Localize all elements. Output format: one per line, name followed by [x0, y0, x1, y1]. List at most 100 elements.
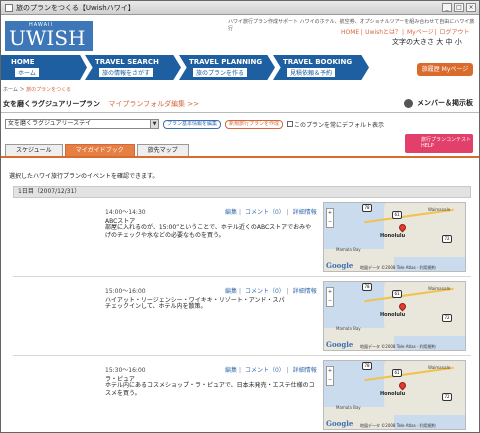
default-display-label: このプランを常にデフォルト表示 — [294, 121, 385, 129]
mypage-button[interactable]: 旅履歴 Myページ — [417, 63, 473, 76]
breadcrumb: ホーム ＞ 旅のプランをつくる — [3, 86, 71, 93]
plan-contest-banner[interactable]: 旅行プランコンテスト HELP — [405, 134, 473, 153]
new-plan-button[interactable]: 新規旅行プランを作成 — [225, 119, 284, 129]
folder-edit-link[interactable]: マイプランフォルダ編集 >> — [108, 100, 199, 108]
plan-controls: 女を磨くラグジュアリーステイ ▼ プラン基本情報を編集 新規旅行プランを作成 こ… — [5, 118, 384, 130]
nav-travel-booking[interactable]: TRAVEL BOOKING 見積依頼＆予約 — [273, 55, 369, 80]
event-detail-link[interactable]: 詳細情報 — [293, 209, 317, 216]
edit-plan-info-button[interactable]: プラン基本情報を編集 — [163, 119, 222, 129]
tab-my-guidebook[interactable]: マイガイドブック — [64, 144, 135, 156]
event-time: 15:30～16:00 — [105, 367, 146, 374]
nav-travel-booking-jp: 見積依頼＆予約 — [287, 68, 336, 77]
event-edit-link[interactable]: 編集 — [225, 367, 237, 374]
minimize-button[interactable]: _ — [442, 3, 452, 12]
chevron-down-icon: ▼ — [150, 120, 158, 128]
road-shield: 72 — [442, 235, 452, 243]
nav-home-en: HOME — [11, 58, 35, 66]
contest-line2: HELP — [421, 143, 434, 149]
event-item: 15:00～16:00 編集 | コメント（0） | 詳細情報 ハイアット・リージェ… — [13, 278, 471, 356]
google-logo: Google — [326, 340, 354, 349]
members-label: メンバー＆掲示板 — [417, 99, 473, 107]
google-logo: Google — [326, 261, 354, 270]
header-link-mypage[interactable]: Myページ — [407, 29, 434, 36]
font-size-medium[interactable]: 中 — [445, 38, 452, 46]
tab-destination-map[interactable]: 旅先マップ — [136, 144, 189, 156]
map-zoom-control[interactable]: + − — [326, 287, 334, 307]
day-header: 1日目（2007/12/31） — [13, 186, 471, 198]
members-icon — [403, 98, 413, 108]
event-edit-link[interactable]: 編集 — [225, 209, 237, 216]
tab-underline — [1, 156, 479, 158]
site-logo[interactable]: HAWAII UWISH — [5, 21, 93, 51]
map-label: Waimanalo — [428, 286, 451, 291]
event-map[interactable]: 78 61 72 Waimanalo Mamala Bay Honolulu +… — [323, 281, 466, 351]
event-edit-link[interactable]: 編集 — [225, 288, 237, 295]
map-zoom-control[interactable]: + − — [326, 208, 334, 228]
map-label: Waimanalo — [428, 207, 451, 212]
map-copyright[interactable]: 地図データ ©2008 Tele Atlas - 利用規約 — [360, 344, 436, 350]
browser-window: 旅のプランをつくる【Uwishハワイ】 _ □ × HAWAII UWISH ハ… — [0, 0, 480, 433]
nav-travel-planning[interactable]: TRAVEL PLANNING 旅のプランを作る — [179, 55, 275, 80]
event-actions: 編集 | コメント（0） | 詳細情報 — [225, 367, 317, 374]
road-shield: 61 — [392, 211, 402, 219]
road-shield: 61 — [392, 369, 402, 377]
site-header: HAWAII UWISH ハワイ旅行プラン作成サポート ハワイのホテル、航空券、… — [1, 15, 479, 55]
nav-travel-search[interactable]: TRAVEL SEARCH 旅の情報をさがす — [85, 55, 181, 80]
map-zoom-control[interactable]: + − — [326, 366, 334, 386]
map-city: Honolulu — [380, 312, 406, 318]
event-comment-link[interactable]: コメント（0） — [245, 367, 285, 374]
plan-select-value: 女を磨くラグジュアリーステイ — [8, 120, 92, 127]
map-label: Mamala Bay — [336, 405, 361, 410]
road-shield: 78 — [362, 362, 372, 370]
event-map[interactable]: 78 61 72 Waimanalo Mamala Bay Honolulu +… — [323, 360, 466, 430]
road-shield: 72 — [442, 314, 452, 322]
event-comment-link[interactable]: コメント（0） — [245, 288, 285, 295]
font-size-small[interactable]: 小 — [455, 38, 462, 46]
event-time: 15:00～16:00 — [105, 288, 146, 295]
nav-home[interactable]: HOME ホーム — [1, 55, 87, 80]
road-shield: 78 — [362, 283, 372, 291]
map-copyright[interactable]: 地図データ ©2008 Tele Atlas - 利用規約 — [360, 265, 436, 271]
map-city: Honolulu — [380, 391, 406, 397]
tab-schedule[interactable]: スケジュール — [5, 144, 63, 156]
event-detail-link[interactable]: 詳細情報 — [293, 367, 317, 374]
plan-select[interactable]: 女を磨くラグジュアリーステイ ▼ — [5, 119, 159, 129]
default-display-checkbox[interactable] — [287, 121, 294, 127]
map-copyright[interactable]: 地図データ ©2008 Tele Atlas - 利用規約 — [360, 423, 436, 429]
header-link-home[interactable]: HOME — [341, 29, 359, 36]
plan-title-row: 女を磨くラグジュアリープラン マイプランフォルダ編集 >> — [3, 99, 199, 109]
event-description: ホテル内にあるコスメショップ・ラ・ピュアで、日本未発売・エステ仕様のコスメを買う… — [105, 382, 315, 397]
event-comment-link[interactable]: コメント（0） — [245, 209, 285, 216]
breadcrumb-current: 旅のプランをつくる — [26, 87, 71, 93]
breadcrumb-separator: ＞ — [19, 87, 25, 93]
tabs: スケジュール マイガイドブック 旅先マップ — [5, 144, 189, 156]
intro-text: 選択したハワイ旅行プランのイベントを確認できます。 — [9, 173, 159, 180]
event-time: 14:00～14:30 — [105, 209, 146, 216]
font-size-large[interactable]: 大 — [436, 38, 443, 46]
close-button[interactable]: × — [466, 3, 476, 12]
map-label: Mamala Bay — [336, 247, 361, 252]
map-city: Honolulu — [380, 233, 406, 239]
road-shield: 78 — [362, 204, 372, 212]
nav-travel-search-en: TRAVEL SEARCH — [95, 58, 159, 66]
event-actions: 編集 | コメント（0） | 詳細情報 — [225, 209, 317, 216]
event-description: 部屋に入れるのが、15:00”ということで、ホテル近くのABCストアでおみやげの… — [105, 224, 312, 239]
nav-travel-planning-en: TRAVEL PLANNING — [189, 58, 263, 66]
header-link-about[interactable]: Uwishとは？ — [365, 29, 401, 36]
event-map[interactable]: 78 61 72 Waimanalo Mamala Bay Honolulu +… — [323, 202, 466, 272]
header-link-logout[interactable]: ログアウト — [440, 29, 470, 36]
font-size-label: 文字の大きさ — [392, 38, 434, 46]
event-detail-link[interactable]: 詳細情報 — [293, 288, 317, 295]
font-size-control: 文字の大きさ 大 中 小 — [392, 37, 462, 47]
event-actions: 編集 | コメント（0） | 詳細情報 — [225, 288, 317, 295]
road-shield: 61 — [392, 290, 402, 298]
breadcrumb-home[interactable]: ホーム — [3, 87, 18, 93]
map-label: Mamala Bay — [336, 326, 361, 331]
event-item: 15:30～16:00 編集 | コメント（0） | 詳細情報 ラ・ピュア ホテル内… — [13, 357, 471, 432]
divider — [1, 112, 479, 113]
maximize-button[interactable]: □ — [454, 3, 464, 12]
header-links: HOME| Uwishとは？| Myページ| ログアウト — [341, 29, 470, 36]
members-board-link[interactable]: メンバー＆掲示板 — [403, 98, 473, 108]
plan-title: 女を磨くラグジュアリープラン — [3, 100, 100, 108]
event-description: チェックインして、ホテル内を散策。 — [105, 303, 207, 310]
